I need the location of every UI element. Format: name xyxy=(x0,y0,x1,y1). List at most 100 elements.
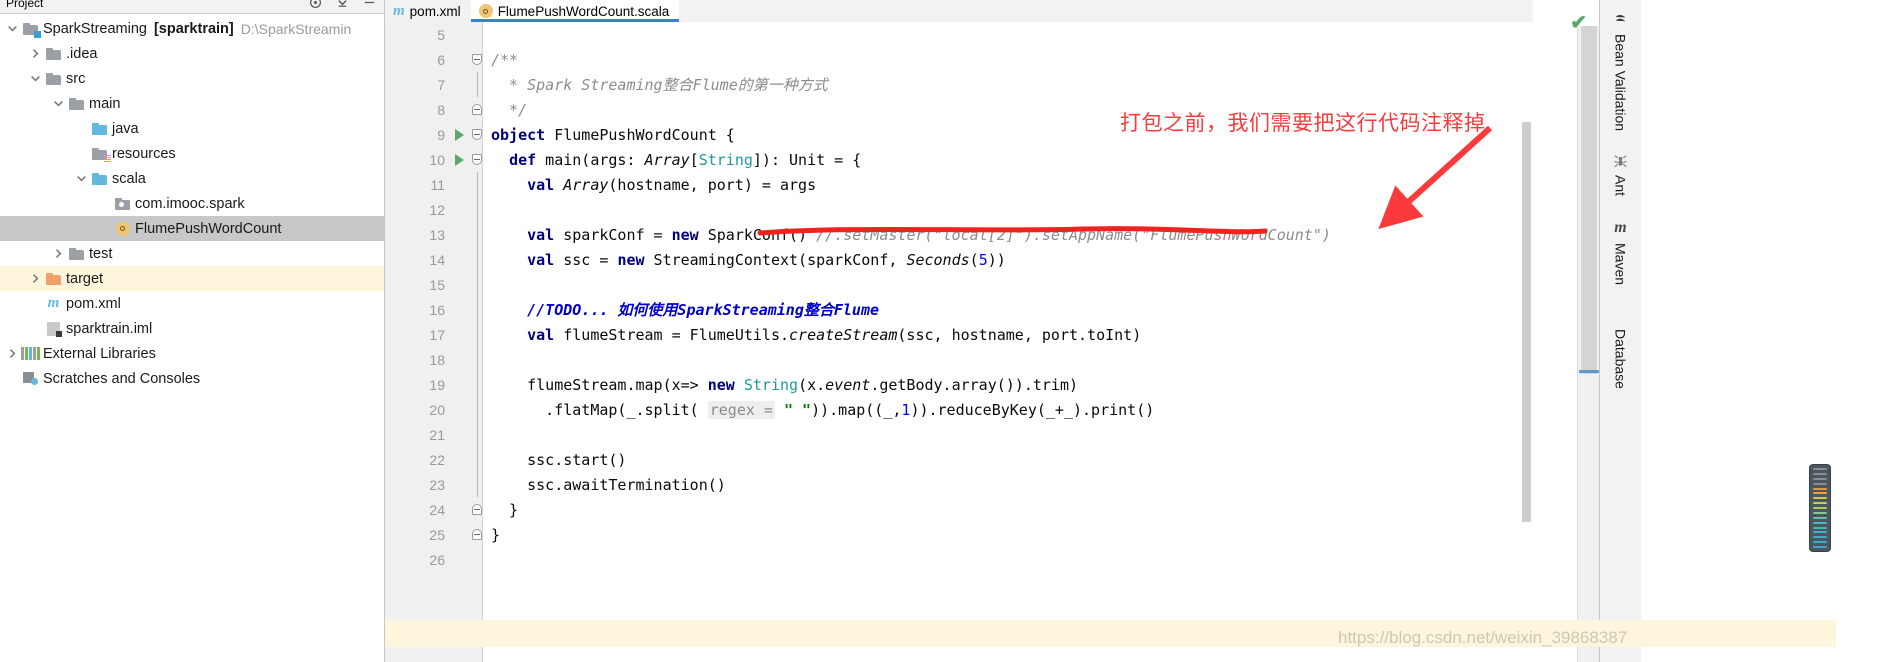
code-line[interactable]: 11 val Array(hostname, port) = args xyxy=(385,172,1533,197)
code-text: object FlumePushWordCount { xyxy=(491,125,735,144)
module-folder-icon xyxy=(21,22,41,38)
tree-node-label: FlumePushWordCount xyxy=(135,220,282,237)
ide-window: Project SparkStreaming [sparktrain] D:\Spa… xyxy=(0,0,1878,662)
tree-node-scratches-and-consoles[interactable]: Scratches and Consoles xyxy=(0,366,384,391)
tree-node-resources[interactable]: resources xyxy=(0,141,384,166)
fold-spacer xyxy=(469,172,485,197)
tree-node-module-name: [sparktrain] xyxy=(153,20,234,37)
folder-gray-icon xyxy=(67,97,86,110)
code-line[interactable]: 5 xyxy=(385,22,1533,47)
code-line[interactable]: 18 xyxy=(385,347,1533,372)
tree-node-label: External Libraries xyxy=(43,345,156,362)
chevron-down-icon[interactable] xyxy=(4,23,21,34)
folder-source-blue-icon xyxy=(90,122,109,135)
code-fold-toggle-icon[interactable] xyxy=(469,504,485,515)
code-line[interactable]: 26 xyxy=(385,547,1533,572)
sidebar-item-label: Database xyxy=(1612,329,1629,390)
code-text: } xyxy=(491,525,501,544)
fold-spacer xyxy=(469,197,485,222)
run-gutter-icon[interactable] xyxy=(449,128,469,141)
code-line[interactable]: 15 xyxy=(385,272,1533,297)
package-icon xyxy=(113,197,132,210)
inspection-gutter: ✔ xyxy=(1533,0,1599,662)
tab-label: pom.xml xyxy=(409,3,461,19)
code-line[interactable]: 13 val sparkConf = new SparkConf() //.se… xyxy=(385,222,1533,247)
code-fold-toggle-icon[interactable] xyxy=(469,529,485,540)
tree-node-main[interactable]: main xyxy=(0,91,384,116)
sidebar-item-bean-validation[interactable]: Bean Validation xyxy=(1613,4,1629,145)
maven-m-icon: m xyxy=(1614,219,1627,237)
code-fold-toggle-icon[interactable] xyxy=(469,54,485,65)
scrollbar-thumb[interactable] xyxy=(1522,122,1531,522)
line-number: 7 xyxy=(437,76,445,93)
tree-node-java[interactable]: java xyxy=(0,116,384,141)
sidebar-item-maven[interactable]: m Maven xyxy=(1613,210,1629,299)
code-line[interactable]: 21 xyxy=(385,422,1533,447)
watermark-text: https://blog.csdn.net/weixin_39868387 xyxy=(1338,628,1628,647)
chevron-right-icon[interactable] xyxy=(27,48,44,59)
tree-node-sparktrain-iml[interactable]: sparktrain.iml xyxy=(0,316,384,341)
code-fold-toggle-icon[interactable] xyxy=(469,129,485,140)
code-text: } xyxy=(491,500,519,519)
code-line[interactable]: 19 flumeStream.map(x=> new String(x.even… xyxy=(385,372,1533,397)
tree-node-scala[interactable]: scala xyxy=(0,166,384,191)
collapse-all-icon[interactable] xyxy=(336,0,349,9)
tree-node-com-imooc-spark[interactable]: com.imooc.spark xyxy=(0,191,384,216)
run-gutter-icon[interactable] xyxy=(449,153,469,166)
tree-node-src[interactable]: src xyxy=(0,66,384,91)
sidebar-item-label: Bean Validation xyxy=(1612,34,1629,132)
right-zone: ✔ Bean Validation Ant m Maven Database xyxy=(1533,0,1878,662)
code-line[interactable]: 22 ssc.start() xyxy=(385,447,1533,472)
line-number: 10 xyxy=(429,151,445,168)
code-line[interactable]: 17 val flumeStream = FlumeUtils.createSt… xyxy=(385,322,1533,347)
code-line[interactable]: 7 * Spark Streaming整合Flume的第一种方式 xyxy=(385,72,1533,97)
code-fold-toggle-icon[interactable] xyxy=(469,104,485,115)
error-stripe[interactable] xyxy=(1577,26,1599,662)
tree-node-label: resources xyxy=(112,145,176,162)
sidebar-item-label: Ant xyxy=(1612,175,1629,197)
error-stripe-marker[interactable] xyxy=(1579,370,1599,373)
sidebar-item-ant[interactable]: Ant xyxy=(1613,145,1629,210)
settings-gear-icon[interactable] xyxy=(363,0,376,9)
tree-node-pom-xml[interactable]: m pom.xml xyxy=(0,291,384,316)
tab-flumepushwordcount-scala[interactable]: FlumePushWordCount.scala xyxy=(470,0,680,22)
code-line[interactable]: 14 val ssc = new StreamingContext(sparkC… xyxy=(385,247,1533,272)
code-line[interactable]: 24 } xyxy=(385,497,1533,522)
tree-node-test[interactable]: test xyxy=(0,241,384,266)
chevron-down-icon[interactable] xyxy=(73,173,90,184)
line-number: 25 xyxy=(429,526,445,543)
editor-vertical-scrollbar[interactable] xyxy=(1520,22,1533,662)
code-line[interactable]: 23 ssc.awaitTermination() xyxy=(385,472,1533,497)
tab-pom-xml[interactable]: m pom.xml xyxy=(385,0,471,22)
right-tool-window-bar[interactable]: Bean Validation Ant m Maven Database xyxy=(1599,0,1641,662)
code-line[interactable]: 25} xyxy=(385,522,1533,547)
code-line[interactable]: 6 /** xyxy=(385,47,1533,72)
target-icon[interactable] xyxy=(309,0,322,9)
chevron-right-icon[interactable] xyxy=(27,273,44,284)
tree-node-external-libraries[interactable]: External Libraries xyxy=(0,341,384,366)
code-fold-toggle-icon[interactable] xyxy=(469,154,485,165)
chevron-down-icon[interactable] xyxy=(27,73,44,84)
code-line[interactable]: 10 def main(args: Array[String]): Unit =… xyxy=(385,147,1533,172)
tree-node-label: com.imooc.spark xyxy=(135,195,245,212)
code-text: * Spark Streaming整合Flume的第一种方式 xyxy=(491,76,828,94)
tree-node-sparkstreaming[interactable]: SparkStreaming [sparktrain] D:\SparkStream… xyxy=(0,16,384,41)
fold-spacer xyxy=(469,447,485,472)
tree-node-target[interactable]: target xyxy=(0,266,384,291)
code-line[interactable]: 20 .flatMap(_.split( regex = " ")).map((… xyxy=(385,397,1533,422)
error-stripe-thumb[interactable] xyxy=(1581,26,1597,374)
chevron-down-icon[interactable] xyxy=(50,98,67,109)
tree-node-idea[interactable]: .idea xyxy=(0,41,384,66)
chevron-right-icon[interactable] xyxy=(50,248,67,259)
ant-icon xyxy=(1613,154,1628,169)
database-icon xyxy=(1613,308,1628,323)
line-number: 5 xyxy=(437,26,445,43)
sidebar-item-database[interactable]: Database xyxy=(1613,299,1629,403)
code-line[interactable]: 16 //TODO... 如何使用SparkStreaming整合Flume xyxy=(385,297,1533,322)
tree-node-flumepushwordcount[interactable]: FlumePushWordCount xyxy=(0,216,384,241)
editor-tab-bar[interactable]: m pom.xml FlumePushWordCount.scala xyxy=(385,0,1533,22)
code-text: val flumeStream = FlumeUtils.createStrea… xyxy=(527,325,1142,344)
project-tree[interactable]: SparkStreaming [sparktrain] D:\SparkStream… xyxy=(0,14,384,391)
chevron-right-icon[interactable] xyxy=(4,348,21,359)
code-line[interactable]: 12 xyxy=(385,197,1533,222)
